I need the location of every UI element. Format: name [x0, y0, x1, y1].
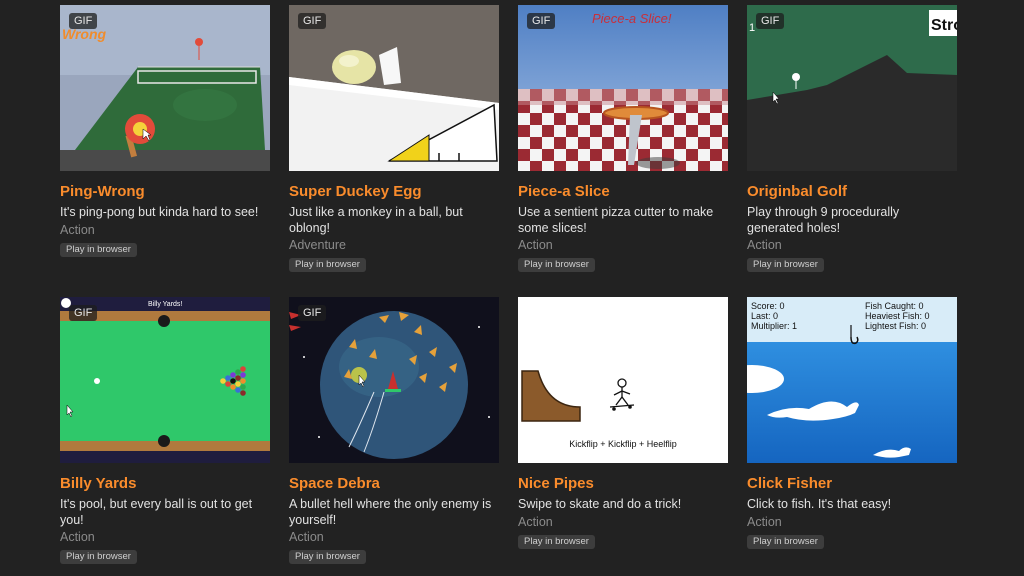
game-card-piece-a-slice[interactable]: GIF Piece-a Slice! Piece-a Slice Use a s…	[518, 5, 728, 297]
game-title[interactable]: Originbal Golf	[747, 183, 957, 201]
game-description: It's pool, but every ball is out to get …	[60, 497, 253, 527]
play-in-browser-button[interactable]: Play in browser	[518, 258, 595, 272]
game-description: Click to fish. It's that easy!	[747, 497, 892, 511]
trick-combo-text: Kickflip + Kickflip + Heelflip	[569, 439, 677, 449]
game-title[interactable]: Nice Pipes	[518, 475, 728, 493]
game-card-billy-yards[interactable]: GIF Billy Yards! Billy Yards It's pool, …	[60, 297, 270, 564]
play-in-browser-button[interactable]: Play in browser	[747, 258, 824, 272]
game-genre[interactable]: Action	[60, 530, 270, 545]
pool-table-scene: Billy Yards!	[60, 297, 270, 463]
game-title[interactable]: Billy Yards	[60, 475, 270, 493]
game-card-space-debra[interactable]: GIF Space Debra A bullet hell where the …	[289, 297, 499, 564]
play-in-browser-button[interactable]: Play in browser	[60, 242, 137, 257]
game-title[interactable]: Ping-Wrong	[60, 183, 270, 201]
game-thumbnail[interactable]: GIF Wrong	[60, 5, 270, 171]
gif-badge: GIF	[69, 305, 98, 321]
game-description: Swipe to skate and do a trick!	[518, 497, 682, 511]
gif-badge: GIF	[298, 305, 327, 321]
game-thumbnail[interactable]: GIF Stro 1	[747, 5, 957, 171]
game-genre[interactable]: Action	[518, 238, 728, 253]
play-in-browser-button[interactable]: Play in browser	[747, 534, 824, 549]
heaviest-fish-readout: Heaviest Fish: 0	[865, 311, 930, 321]
thumbnail-caption: Stro	[931, 17, 957, 34]
play-in-browser-button[interactable]: Play in browser	[289, 550, 366, 564]
lightest-fish-readout: Lightest Fish: 0	[865, 321, 926, 331]
score-readout: Score: 0	[751, 301, 785, 311]
game-genre[interactable]: Action	[289, 530, 499, 545]
ping-pong-scene: Wrong	[60, 5, 270, 171]
game-description: Use a sentient pizza cutter to make some…	[518, 205, 714, 235]
fish-caught-readout: Fish Caught: 0	[865, 301, 924, 311]
hole-number: 1	[749, 22, 755, 34]
game-thumbnail[interactable]: Score: 0 Last: 0 Multiplier: 1 Fish Caug…	[747, 297, 957, 463]
game-description: It's ping-pong but kinda hard to see!	[60, 205, 259, 219]
game-genre[interactable]: Adventure	[289, 238, 499, 253]
multiplier-readout: Multiplier: 1	[751, 321, 797, 331]
game-card-ping-wrong[interactable]: GIF Wrong Ping-Wrong It's ping-pong but …	[60, 5, 270, 297]
game-title[interactable]: Space Debra	[289, 475, 499, 493]
gif-badge: GIF	[69, 13, 98, 29]
duckey-egg-scene	[289, 5, 499, 171]
game-genre[interactable]: Action	[60, 223, 270, 238]
game-description: Just like a monkey in a ball, but oblong…	[289, 205, 463, 235]
game-thumbnail[interactable]: GIF Billy Yards!	[60, 297, 270, 463]
gif-badge: GIF	[756, 13, 785, 29]
fishing-scene: Score: 0 Last: 0 Multiplier: 1 Fish Caug…	[747, 297, 957, 463]
thumbnail-caption: Billy Yards!	[148, 301, 182, 308]
game-card-nice-pipes[interactable]: Kickflip + Kickflip + Heelflip Nice Pipe…	[518, 297, 728, 564]
play-in-browser-button[interactable]: Play in browser	[289, 258, 366, 272]
game-grid: GIF Wrong Ping-Wrong It's ping-pong but …	[60, 5, 957, 564]
game-genre[interactable]: Action	[518, 515, 728, 530]
game-title[interactable]: Piece-a Slice	[518, 183, 728, 201]
game-title[interactable]: Click Fisher	[747, 475, 957, 493]
game-description: A bullet hell where the only enemy is yo…	[289, 497, 492, 527]
thumbnail-caption: Piece-a Slice!	[592, 11, 672, 26]
game-title[interactable]: Super Duckey Egg	[289, 183, 499, 201]
space-scene	[289, 297, 499, 463]
game-card-click-fisher[interactable]: Score: 0 Last: 0 Multiplier: 1 Fish Caug…	[747, 297, 957, 564]
game-genre[interactable]: Action	[747, 515, 957, 530]
gif-badge: GIF	[527, 13, 556, 29]
golf-scene: Stro 1	[747, 5, 957, 171]
game-card-super-duckey-egg[interactable]: GIF Super Duckey Egg Just like a monkey …	[289, 5, 499, 297]
play-in-browser-button[interactable]: Play in browser	[60, 550, 137, 564]
game-card-originbal-golf[interactable]: GIF Stro 1 Originbal Golf Play through 9…	[747, 5, 957, 297]
pizza-slice-scene: Piece-a Slice!	[518, 5, 728, 171]
play-in-browser-button[interactable]: Play in browser	[518, 534, 595, 549]
game-thumbnail[interactable]: GIF	[289, 5, 499, 171]
game-thumbnail[interactable]: Kickflip + Kickflip + Heelflip	[518, 297, 728, 463]
game-description: Play through 9 procedurally generated ho…	[747, 205, 900, 235]
skate-scene: Kickflip + Kickflip + Heelflip	[518, 297, 728, 463]
last-readout: Last: 0	[751, 311, 778, 321]
game-genre[interactable]: Action	[747, 238, 957, 253]
game-thumbnail[interactable]: GIF	[518, 5, 728, 171]
gif-badge: GIF	[298, 13, 327, 29]
game-thumbnail[interactable]: GIF	[289, 297, 499, 463]
